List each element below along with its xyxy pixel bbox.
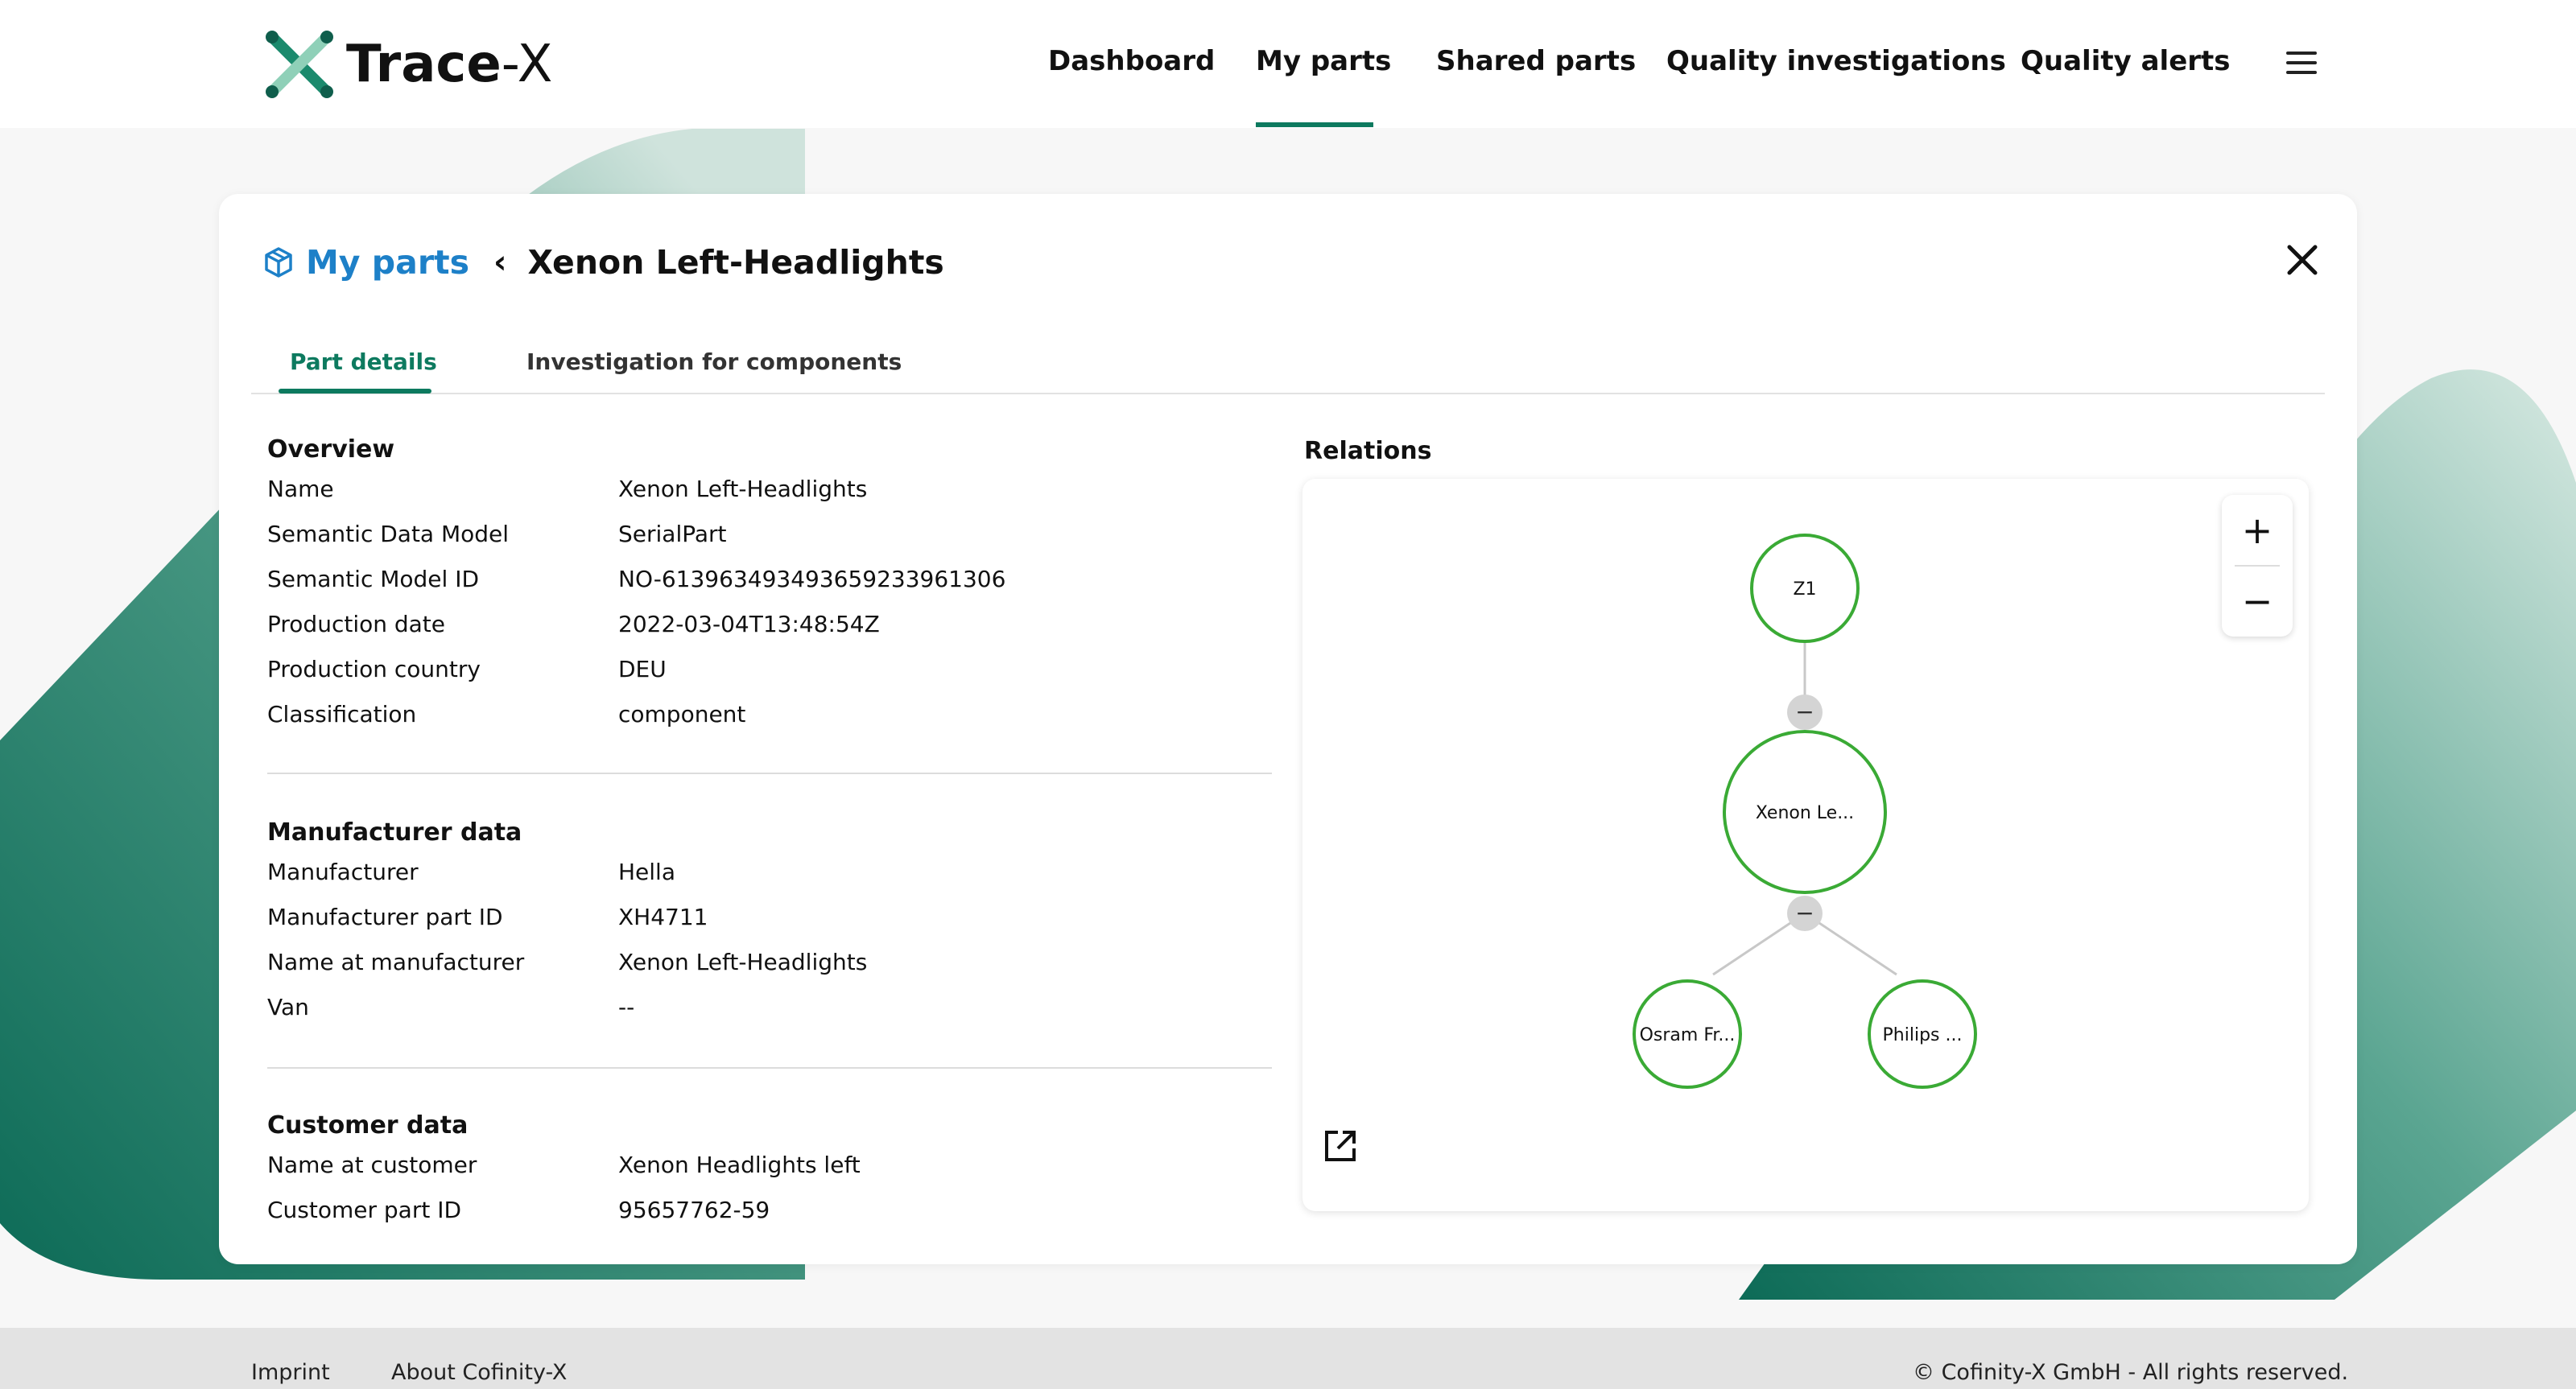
customer-label: Name at customer — [267, 1152, 477, 1178]
manufacturer-value: Hella — [618, 859, 675, 885]
customer-value: 95657762-59 — [618, 1197, 770, 1223]
overview-title: Overview — [267, 435, 395, 464]
breadcrumb-my-parts-link[interactable]: My parts — [306, 243, 469, 282]
svg-text:Z1: Z1 — [1793, 579, 1816, 600]
overview-label: Production date — [267, 611, 446, 637]
footer-about-link[interactable]: About Cofinity-X — [391, 1360, 567, 1385]
svg-text:Philips ...: Philips ... — [1883, 1025, 1963, 1045]
graph-node-z1[interactable]: Z1 — [1750, 534, 1860, 643]
nav-quality-investigations[interactable]: Quality investigations — [1666, 45, 2006, 77]
overview-label: Classification — [267, 701, 417, 727]
footer-imprint-link[interactable]: Imprint — [251, 1360, 330, 1385]
overview-value: component — [618, 701, 746, 727]
overview-value: SerialPart — [618, 521, 727, 547]
app-header: Trace-X Dashboard My parts Shared parts … — [0, 0, 2576, 128]
relations-tree[interactable]: Z1 − Xenon Le... − Osram Fr... Philips . — [1302, 479, 2309, 1211]
hamburger-menu-icon[interactable] — [2286, 52, 2317, 76]
overview-value: NO-613963493493659233961306 — [618, 566, 1006, 592]
relations-graph-panel: Z1 − Xenon Le... − Osram Fr... Philips . — [1302, 479, 2309, 1211]
section-divider — [267, 773, 1272, 774]
manufacturer-label: Manufacturer — [267, 859, 419, 885]
collapse-toggle-icon[interactable]: − — [1787, 694, 1823, 730]
graph-node-osram[interactable]: Osram Fr... — [1633, 979, 1742, 1089]
manufacturer-label: Van — [267, 994, 309, 1020]
zoom-controls: + − — [2222, 495, 2293, 637]
overview-label: Semantic Data Model — [267, 521, 510, 547]
manufacturer-label: Manufacturer part ID — [267, 904, 503, 930]
customer-value: Xenon Headlights left — [618, 1152, 861, 1178]
manufacturer-value: XH4711 — [618, 904, 708, 930]
package-icon — [265, 247, 292, 278]
collapse-toggle-icon[interactable]: − — [1787, 896, 1823, 931]
nav-my-parts[interactable]: My parts — [1256, 45, 1391, 77]
graph-node-philips[interactable]: Philips ... — [1868, 979, 1977, 1089]
tab-active-indicator — [279, 389, 431, 394]
manufacturer-title: Manufacturer data — [267, 818, 522, 847]
section-divider — [267, 1067, 1272, 1069]
close-icon[interactable] — [2280, 237, 2325, 282]
open-in-new-icon[interactable] — [1323, 1129, 1357, 1163]
svg-text:Osram Fr...: Osram Fr... — [1640, 1025, 1736, 1045]
manufacturer-value: -- — [618, 994, 635, 1020]
graph-node-xenon[interactable]: Xenon Le... — [1723, 730, 1887, 894]
manufacturer-value: Xenon Left-Headlights — [618, 949, 868, 975]
detail-tabs: Part details Investigation for component… — [251, 331, 2325, 394]
page-title: Xenon Left-Headlights — [527, 243, 944, 282]
logo-text: Trace-X — [346, 35, 553, 94]
manufacturer-label: Name at manufacturer — [267, 949, 525, 975]
footer-copyright: © Cofinity-X GmbH - All rights reserved. — [1913, 1360, 2349, 1385]
overview-label: Name — [267, 476, 334, 502]
overview-label: Semantic Model ID — [267, 566, 480, 592]
nav-active-indicator — [1256, 122, 1373, 127]
overview-value: DEU — [618, 656, 667, 682]
chevron-left-icon: ‹ — [493, 244, 507, 281]
svg-text:−: − — [1795, 900, 1814, 926]
customer-label: Customer part ID — [267, 1197, 462, 1223]
part-detail-card: My parts ‹ Xenon Left-Headlights Part de… — [219, 194, 2357, 1264]
nav-quality-alerts[interactable]: Quality alerts — [2021, 45, 2231, 77]
svg-text:Xenon Le...: Xenon Le... — [1756, 803, 1854, 823]
overview-value: Xenon Left-Headlights — [618, 476, 868, 502]
tab-investigation-for-components[interactable]: Investigation for components — [526, 348, 902, 375]
nav-dashboard[interactable]: Dashboard — [1048, 45, 1215, 77]
breadcrumb: My parts ‹ Xenon Left-Headlights — [262, 234, 944, 291]
nav-shared-parts[interactable]: Shared parts — [1436, 45, 1636, 77]
overview-value: 2022-03-04T13:48:54Z — [618, 611, 880, 637]
customer-title: Customer data — [267, 1111, 469, 1140]
svg-text:−: − — [1795, 699, 1814, 725]
app-footer: Imprint About Cofinity-X © Cofinity-X Gm… — [0, 1328, 2576, 1389]
trace-x-logo-icon — [266, 31, 333, 98]
tab-part-details[interactable]: Part details — [290, 348, 437, 375]
zoom-out-button[interactable]: − — [2222, 566, 2293, 637]
relations-title: Relations — [1304, 437, 1432, 465]
overview-label: Production country — [267, 656, 481, 682]
zoom-in-button[interactable]: + — [2222, 495, 2293, 566]
trace-x-logo[interactable]: Trace-X — [262, 27, 552, 101]
